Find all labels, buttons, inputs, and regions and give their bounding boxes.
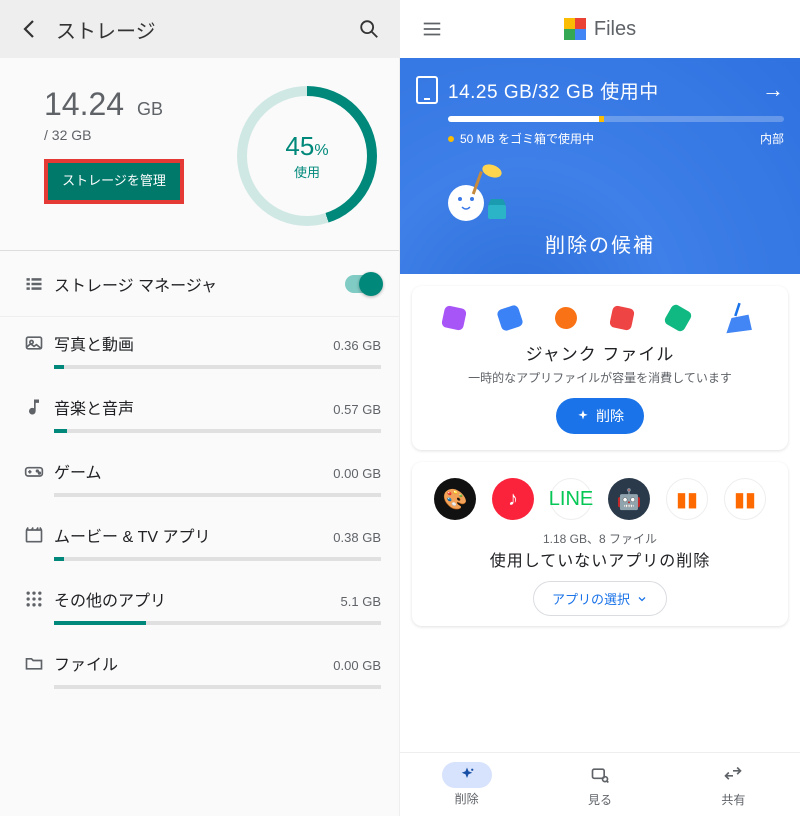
usage-ring: 45% 使用: [237, 86, 377, 226]
storage-summary: 14.24 GB / 32 GB ストレージを管理 45% 使用: [0, 58, 399, 250]
hero-usage-text: 14.25 GB/32 GB 使用中: [448, 77, 659, 104]
settings-header: ストレージ: [0, 0, 399, 58]
files-app-pane: Files 14.25 GB/32 GB 使用中 → 50 MB をゴミ箱で使用…: [400, 0, 800, 816]
nav-clean-tab[interactable]: 削除: [400, 753, 533, 816]
app-icon: 🎨: [434, 478, 476, 520]
storage-category-row[interactable]: その他のアプリ 5.1 GB: [0, 573, 399, 637]
back-button[interactable]: [10, 9, 50, 49]
manage-storage-button[interactable]: ストレージを管理: [44, 159, 184, 204]
hero-trash-text: 50 MB をゴミ箱で使用中: [460, 130, 594, 147]
confetti-icons: [426, 302, 774, 334]
storage-category-row[interactable]: ムービー & TV アプリ 0.38 GB: [0, 509, 399, 573]
nav-share-tab[interactable]: 共有: [667, 753, 800, 816]
nav-browse-tab[interactable]: 見る: [533, 753, 666, 816]
category-bar: [54, 429, 381, 433]
storage-manager-row[interactable]: ストレージ マネージャ: [0, 251, 399, 317]
category-icon: [14, 651, 54, 673]
app-icon: ▮▮: [724, 478, 766, 520]
sparkle-icon: [458, 766, 476, 784]
junk-card-title: ジャンク ファイル: [426, 340, 774, 365]
storage-category-row[interactable]: ファイル 0.00 GB: [0, 637, 399, 701]
category-size: 0.57 GB: [333, 402, 381, 417]
category-name: ゲーム: [54, 459, 102, 483]
files-header: Files: [400, 0, 800, 58]
unused-apps-card: 🎨 ♪ LINE 🤖 ▮▮ ▮▮ 1.18 GB、8 ファイル 使用していないア…: [412, 462, 788, 626]
fade-overlay: [400, 712, 800, 752]
unused-card-title: 使用していないアプリの削除: [426, 547, 774, 571]
storage-category-row[interactable]: 写真と動画 0.36 GB: [0, 317, 399, 381]
share-icon: [723, 765, 743, 785]
app-icon: ▮▮: [666, 478, 708, 520]
category-bar: [54, 557, 381, 561]
category-name: ムービー & TV アプリ: [54, 523, 210, 547]
category-name: 写真と動画: [54, 331, 134, 355]
settings-storage-pane: ストレージ 14.24 GB / 32 GB ストレージを管理 45% 使用 ス…: [0, 0, 400, 816]
category-bar: [54, 365, 381, 369]
category-name: ファイル: [54, 651, 118, 675]
app-icon: LINE: [550, 478, 592, 520]
bottom-nav: 削除 見る 共有: [400, 752, 800, 816]
category-size: 5.1 GB: [341, 594, 381, 609]
category-bar: [54, 493, 381, 497]
list-icon: [14, 274, 54, 294]
storage-hero[interactable]: 14.25 GB/32 GB 使用中 → 50 MB をゴミ箱で使用中 内部 削…: [400, 58, 800, 274]
total-gb: / 32 GB: [44, 127, 229, 143]
hero-progressbar: [448, 116, 784, 122]
category-icon: [14, 331, 54, 353]
category-size: 0.38 GB: [333, 530, 381, 545]
sparkle-icon: [576, 409, 590, 423]
files-logo-icon: [564, 18, 586, 40]
mascot-illustration: [416, 161, 784, 223]
device-icon: [416, 76, 438, 104]
junk-files-card: ジャンク ファイル 一時的なアプリファイルが容量を消費しています 削除: [412, 286, 788, 450]
broom-icon: [723, 301, 757, 335]
category-size: 0.00 GB: [333, 658, 381, 673]
category-icon: [14, 587, 54, 609]
hero-internal-label: 内部: [760, 130, 784, 147]
storage-category-row[interactable]: 音楽と音声 0.57 GB: [0, 381, 399, 445]
hero-arrow-icon[interactable]: →: [762, 77, 784, 103]
search-button[interactable]: [349, 9, 389, 49]
category-bar: [54, 621, 381, 625]
app-icon: ♪: [492, 478, 534, 520]
app-icons-row: 🎨 ♪ LINE 🤖 ▮▮ ▮▮: [426, 478, 774, 520]
category-size: 0.36 GB: [333, 338, 381, 353]
junk-clean-button[interactable]: 削除: [556, 398, 644, 434]
app-brand: Files: [412, 18, 788, 41]
storage-category-row[interactable]: ゲーム 0.00 GB: [0, 445, 399, 509]
browse-icon: [590, 765, 610, 785]
category-name: 音楽と音声: [54, 395, 134, 419]
junk-card-subtitle: 一時的なアプリファイルが容量を消費しています: [426, 369, 774, 386]
category-name: その他のアプリ: [54, 587, 166, 611]
used-gb: 14.24: [44, 86, 124, 122]
category-bar: [54, 685, 381, 689]
category-size: 0.00 GB: [333, 466, 381, 481]
storage-manager-toggle[interactable]: [345, 275, 381, 293]
page-title: ストレージ: [50, 15, 349, 44]
select-apps-button[interactable]: アプリの選択: [533, 581, 667, 616]
unused-meta: 1.18 GB、8 ファイル: [426, 530, 774, 547]
app-icon: 🤖: [608, 478, 650, 520]
category-icon: [14, 523, 54, 545]
category-icon: [14, 395, 54, 417]
trash-dot-icon: [448, 136, 454, 142]
chevron-down-icon: [636, 593, 648, 605]
category-icon: [14, 459, 54, 481]
used-unit: GB: [137, 99, 163, 119]
hero-title: 削除の候補: [416, 229, 784, 258]
